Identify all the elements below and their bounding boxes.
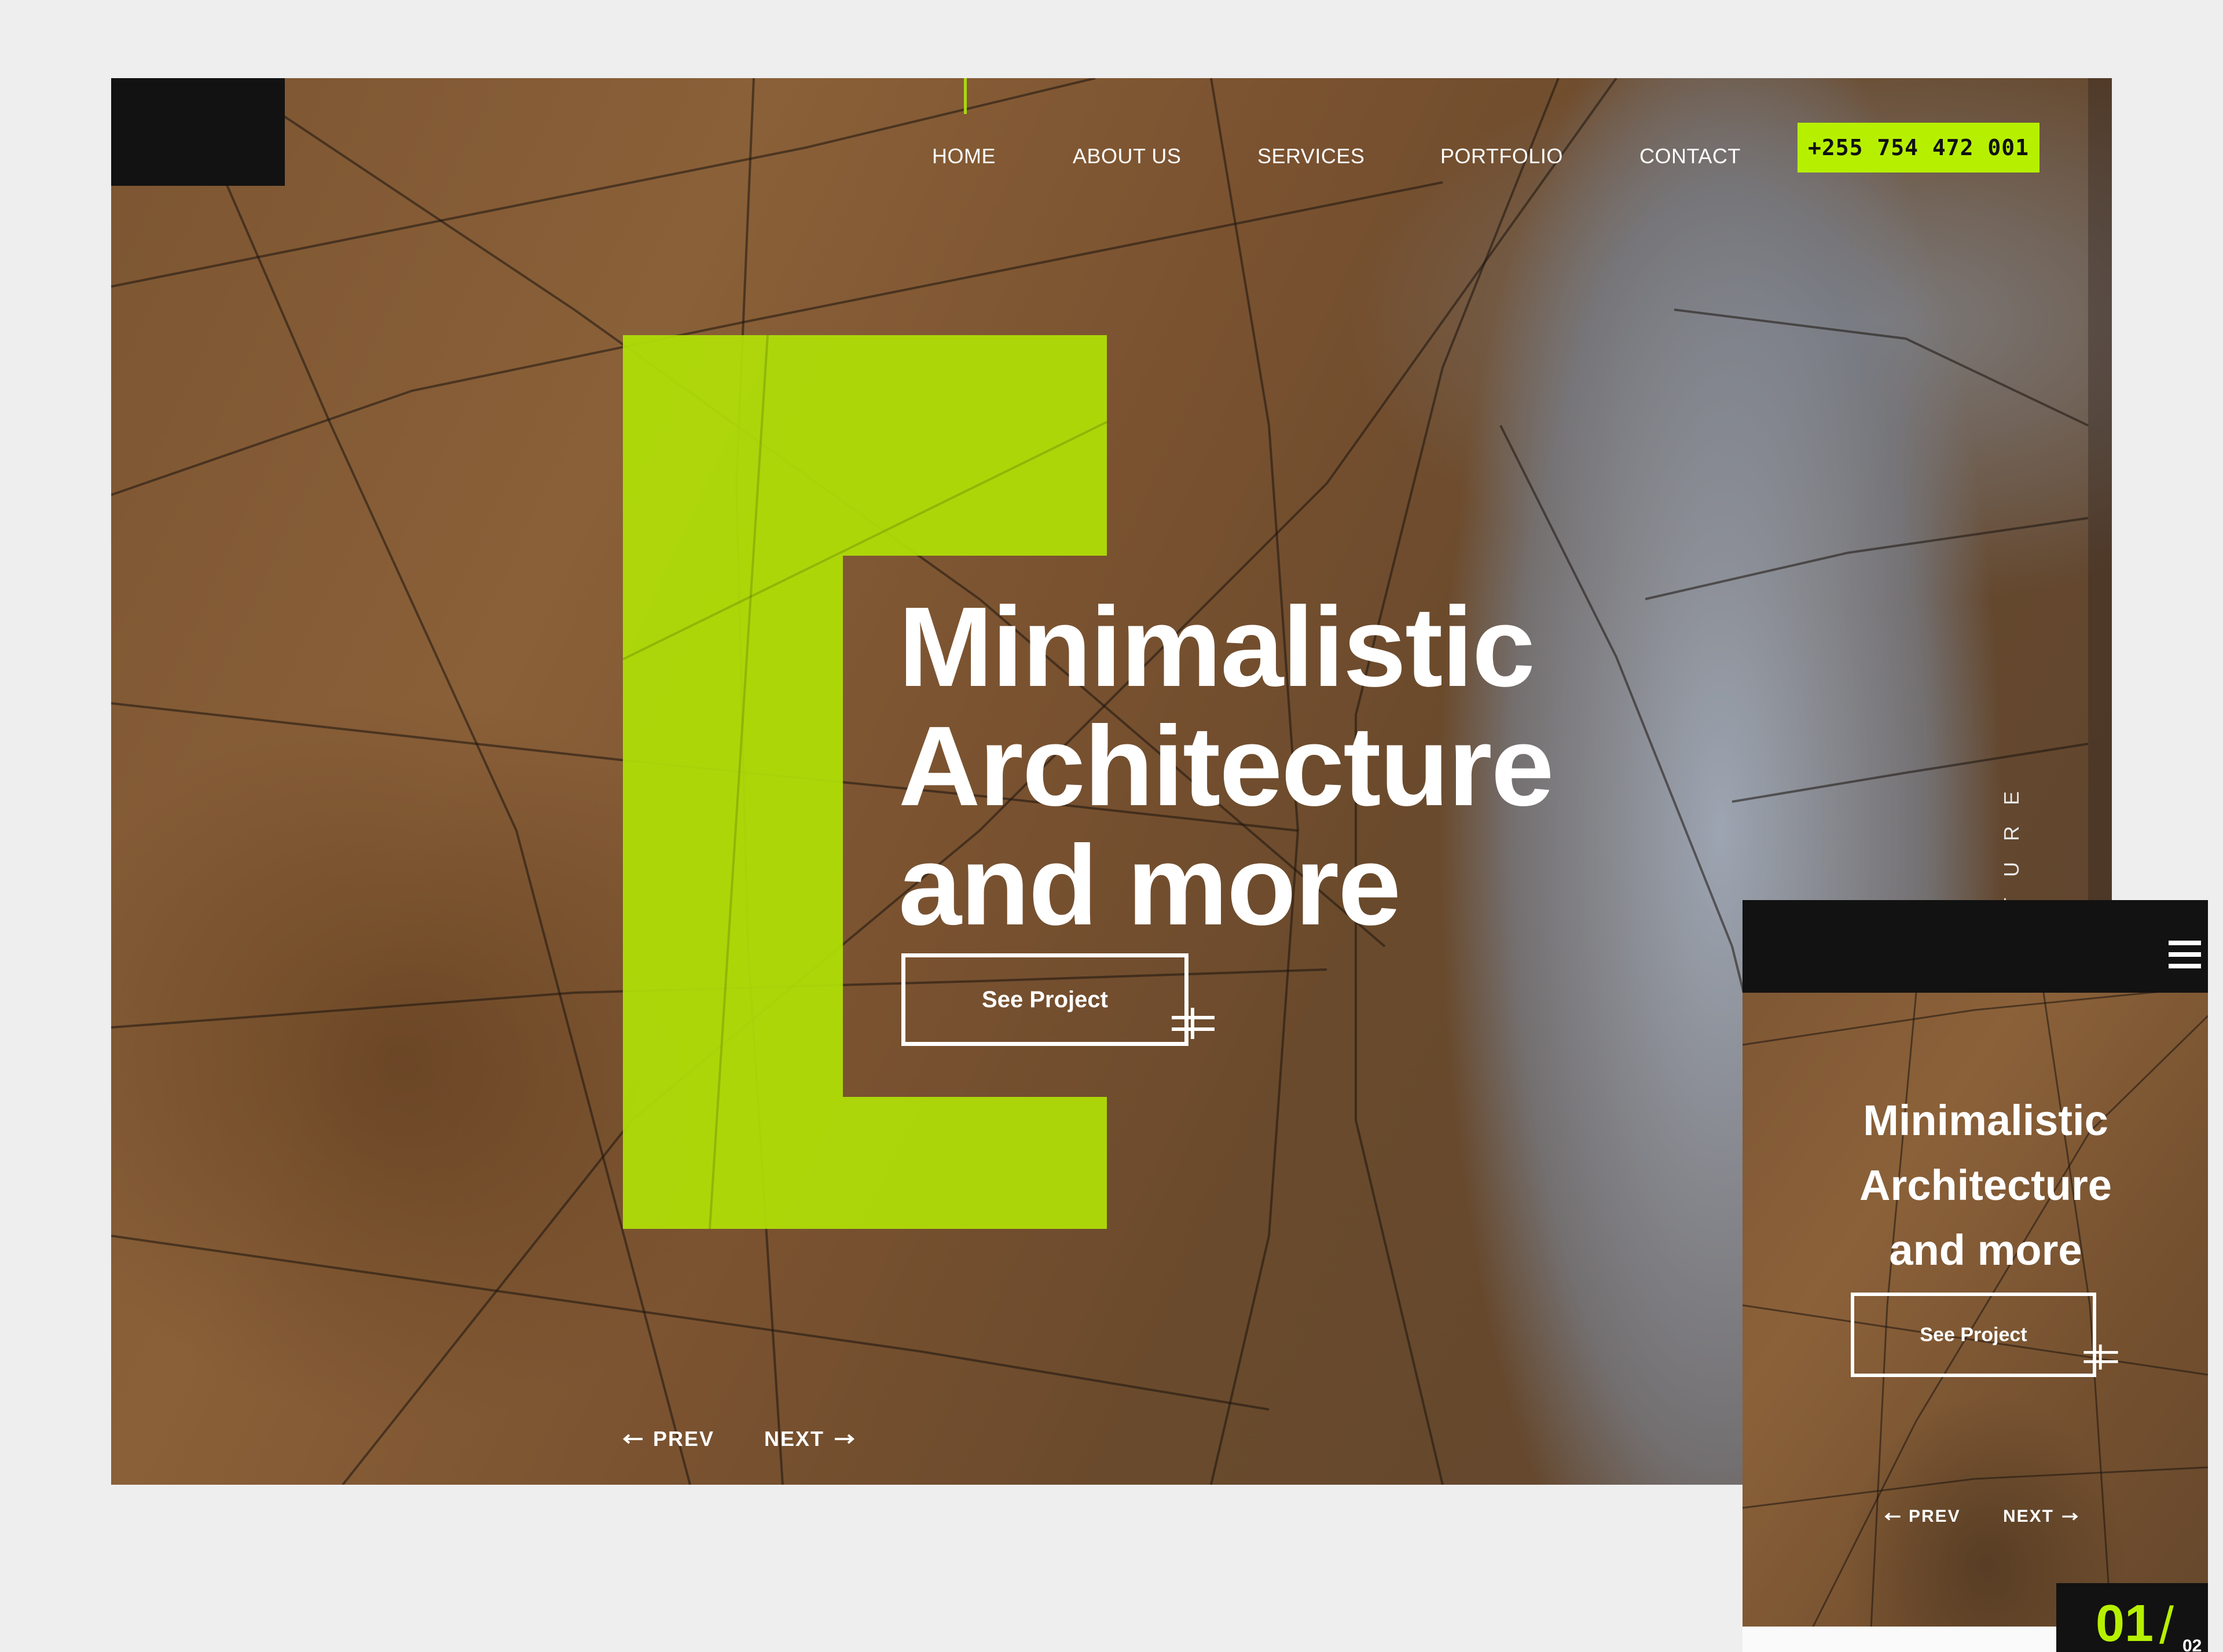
see-project-button[interactable]: See Project	[901, 953, 1188, 1046]
mobile-see-project-button[interactable]: See Project	[1851, 1293, 2096, 1377]
slide-counter-total: 02	[2182, 1636, 2202, 1652]
slide-counter-separator: /	[2159, 1597, 2174, 1652]
arrow-left-icon	[623, 1434, 643, 1444]
nav-item-contact[interactable]: CONTACT	[1639, 139, 1741, 174]
mobile-next-button[interactable]: NEXT	[2003, 1507, 2078, 1526]
arrow-right-icon	[2062, 1513, 2078, 1521]
hero-title-line: Architecture	[1859, 1161, 2112, 1209]
hamburger-icon[interactable]	[2169, 941, 2201, 968]
hero-title-line: and more	[1889, 1226, 2082, 1274]
hero-title-line: Minimalistic	[898, 583, 1535, 710]
plus-lines-icon	[1172, 1008, 1215, 1039]
hero-title: Minimalistic Architecture and more	[898, 588, 1709, 945]
prev-button[interactable]: PREV	[623, 1427, 714, 1451]
mobile-mockup: Minimalistic Architecture and more See P…	[1743, 900, 2208, 1652]
hero-title-line: Architecture	[898, 703, 1554, 829]
nav-item-home[interactable]: HOME	[932, 139, 996, 174]
next-button[interactable]: NEXT	[764, 1427, 855, 1451]
arrow-left-icon	[1884, 1513, 1901, 1521]
nav-item-services[interactable]: SERVICES	[1257, 139, 1364, 174]
nav-item-about-us[interactable]: ABOUT US	[1073, 139, 1181, 174]
next-label: NEXT	[2003, 1507, 2055, 1526]
plus-lines-icon	[2083, 1344, 2118, 1370]
logo-block[interactable]	[111, 78, 285, 186]
hero-title-line: and more	[898, 822, 1401, 949]
nav-active-indicator	[964, 78, 967, 114]
mobile-hero-title: Minimalistic Architecture and more	[1818, 1088, 2154, 1283]
mobile-header	[1743, 900, 2208, 993]
slide-counter: 01 / 02	[2056, 1583, 2208, 1652]
scrollbar-track[interactable]	[2088, 78, 2112, 958]
prev-label: PREV	[1909, 1507, 1961, 1526]
prev-label: PREV	[653, 1427, 715, 1451]
nav-item-portfolio[interactable]: PORTFOLIO	[1440, 139, 1563, 174]
slide-counter-current: 01	[2096, 1595, 2154, 1652]
phone-button[interactable]: +255 754 472 001	[1798, 123, 2039, 172]
mobile-prev-button[interactable]: PREV	[1884, 1507, 1961, 1526]
hero-title-line: Minimalistic	[1863, 1096, 2108, 1144]
next-label: NEXT	[764, 1427, 825, 1451]
arrow-right-icon	[835, 1434, 855, 1444]
